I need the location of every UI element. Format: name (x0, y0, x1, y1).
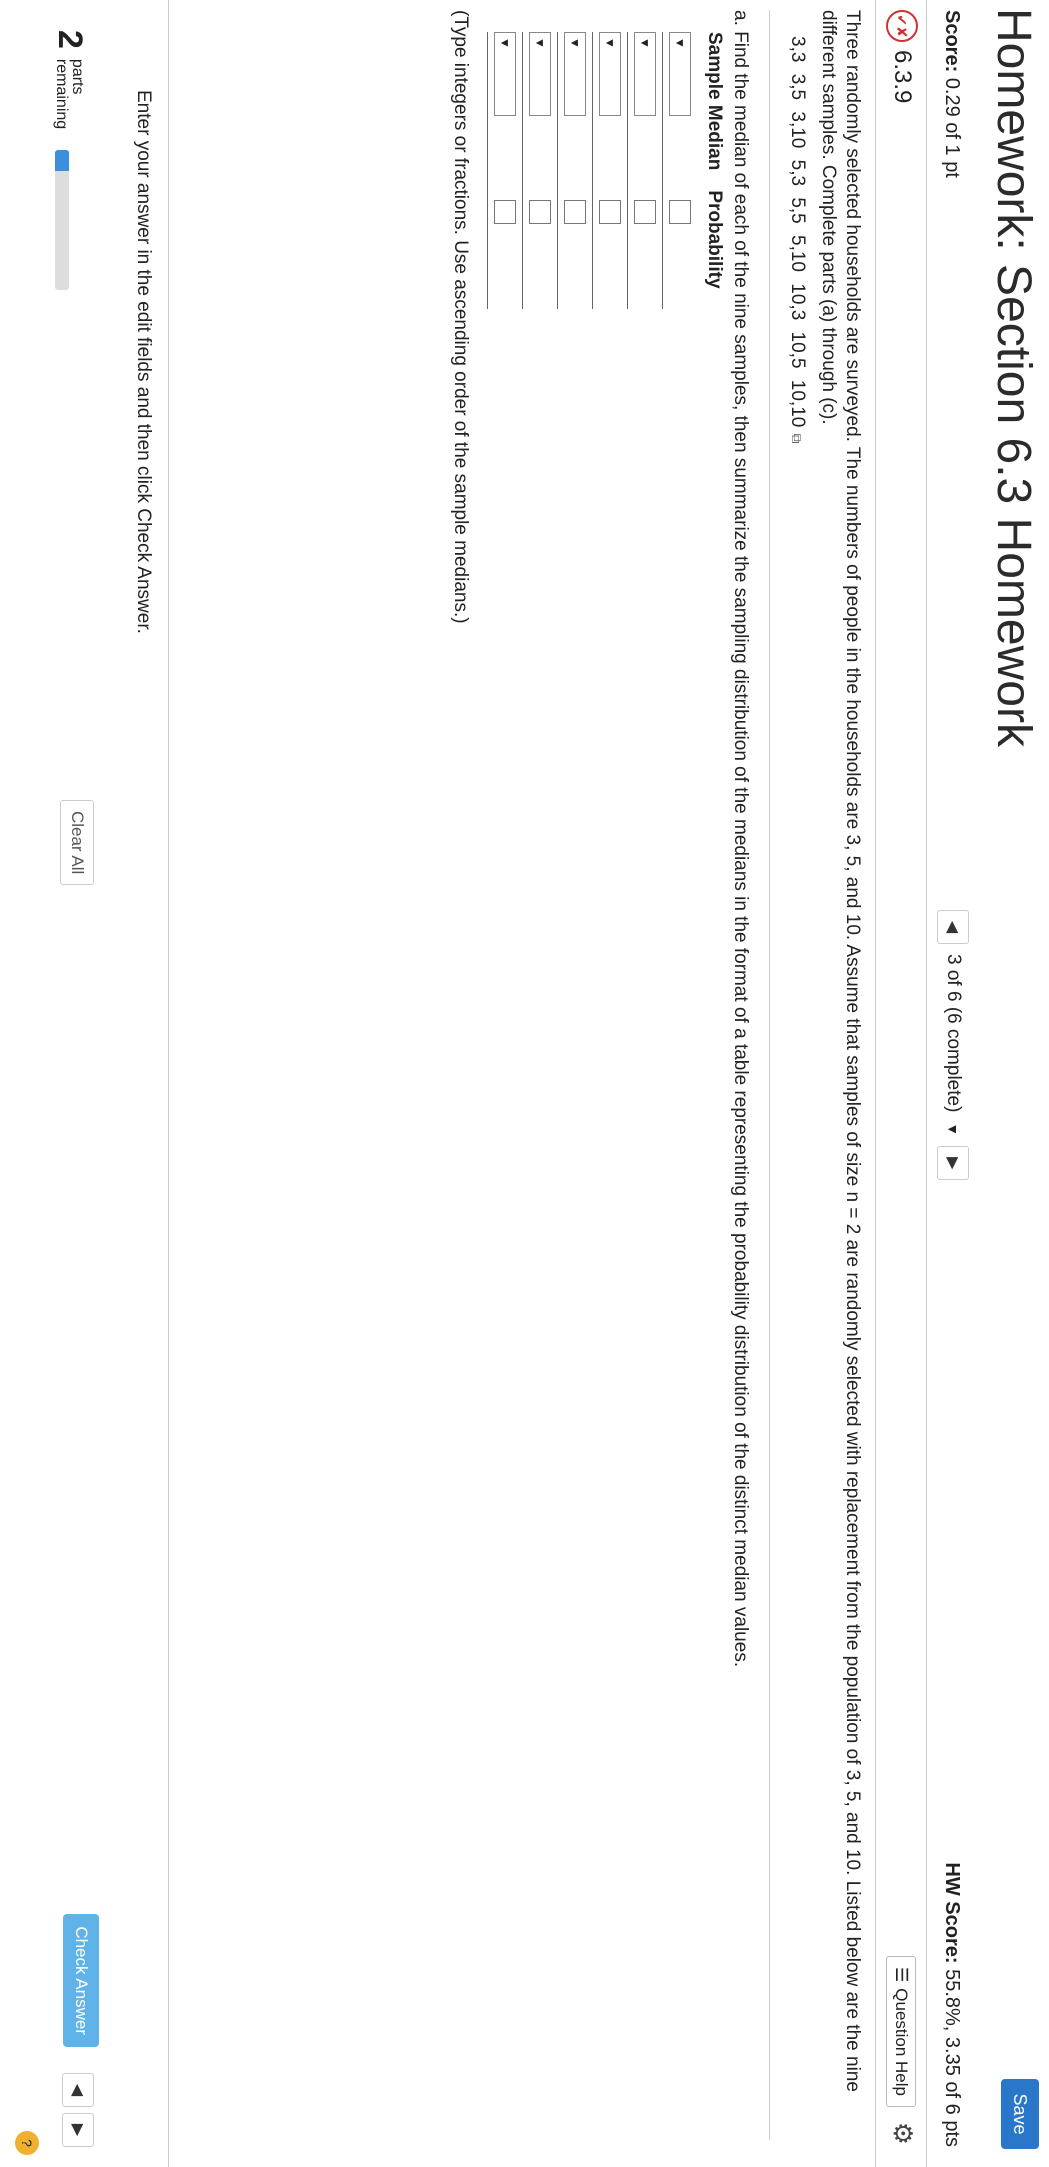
table-row: ▼ (557, 32, 593, 309)
sample-median-dropdown[interactable]: ▼ (669, 32, 691, 116)
question-number: ✔✘ 6.3.9 (886, 10, 918, 103)
chevron-down-icon: ▼ (498, 37, 512, 49)
probability-cell (557, 190, 593, 309)
parts-text: parts remaining (53, 58, 87, 130)
sample-median-dropdown[interactable]: ▼ (529, 32, 551, 116)
probability-input[interactable] (564, 200, 586, 225)
probability-input[interactable] (494, 200, 516, 225)
save-button[interactable]: Save (1001, 2079, 1039, 2149)
table-row: ▼ (522, 32, 558, 309)
sample-median-cell: ▼ (592, 32, 628, 191)
sample-median-cell: ▼ (557, 32, 593, 191)
sample-median-cell: ▼ (662, 32, 697, 191)
probability-cell (592, 190, 628, 309)
probability-cell (487, 190, 523, 309)
score-bar: Score: 0.29 of 1 pt ◀ 3 of 6 (6 complete… (926, 0, 977, 2167)
sample-median-dropdown[interactable]: ▼ (634, 32, 656, 116)
probability-cell (627, 190, 663, 309)
chevron-left-icon: ◀ (944, 920, 961, 934)
next-question-button[interactable]: ▶ (937, 1146, 969, 1181)
probability-input[interactable] (529, 200, 551, 225)
partial-credit-icon: ✔✘ (886, 10, 918, 42)
parts-text-line1: parts (69, 58, 87, 95)
copy-icon[interactable]: ⧉ (789, 433, 806, 443)
chevron-down-icon: ▼ (533, 37, 547, 49)
probability-input[interactable] (669, 200, 691, 225)
chevron-down-icon: ▼ (673, 37, 687, 49)
chevron-down-icon: ▼ (945, 1122, 961, 1137)
divider (769, 10, 770, 2140)
sample-median-dropdown[interactable]: ▼ (599, 32, 621, 116)
answer-hint: (Type integers or fractions. Use ascendi… (450, 10, 471, 624)
chevron-left-icon: ◀ (69, 2083, 86, 2097)
footer-instruction: Enter your answer in the edit fields and… (133, 90, 154, 634)
question-number-label: 6.3.9 (889, 50, 916, 104)
prev-question-button[interactable]: ◀ (937, 910, 969, 944)
question-bar: ✔✘ 6.3.9 ☰ Question Help ⚙ (875, 0, 926, 2167)
sample-median-cell: ▼ (522, 32, 558, 191)
pager: ◀ ▶ (62, 2073, 94, 2147)
question-help-button[interactable]: ☰ Question Help (886, 1956, 916, 2107)
hw-score-label: HW Score: (941, 1862, 963, 1964)
clear-all-button[interactable]: Clear All (60, 800, 94, 886)
help-icon[interactable]: ? (15, 2131, 39, 2155)
sample-list: 3,3 3,5 3,10 5,3 5,5 5,10 10,3 10,5 10,1… (786, 36, 808, 2140)
pager-next-button[interactable]: ▶ (62, 2113, 94, 2147)
column-header-probability: Probability (704, 190, 725, 289)
distribution-table: Sample Median Probability ▼ ▼ ▼ ▼ ▼ ▼ (487, 32, 725, 309)
question-nav: ◀ 3 of 6 (6 complete) ▼ ▶ (937, 910, 969, 1181)
sample-median-cell: ▼ (627, 32, 663, 191)
sample-median-dropdown[interactable]: ▼ (564, 32, 586, 116)
probability-cell (662, 190, 697, 309)
table-row: ▼ (662, 32, 697, 309)
parts-remaining: 2 parts remaining (50, 30, 89, 129)
sample-median-dropdown[interactable]: ▼ (494, 32, 516, 116)
question-content: Three randomly selected households are s… (449, 10, 864, 2140)
parts-count: 2 (51, 30, 89, 49)
parts-text-line2: remaining (53, 58, 71, 130)
table-body: ▼ ▼ ▼ ▼ ▼ ▼ (487, 32, 697, 309)
table-row: ▼ (627, 32, 663, 309)
part-a-prompt: a. Find the median of each of the nine s… (730, 10, 751, 1668)
hw-score: HW Score: 55.8%, 3.35 of 6 pts (940, 1862, 963, 2147)
table-row: ▼ (592, 32, 628, 309)
sample-values: 3,3 3,5 3,10 5,3 5,5 5,10 10,3 10,5 10,1… (787, 36, 808, 428)
progress-fill (55, 150, 69, 171)
column-header-sample-median: Sample Median (704, 32, 725, 171)
pager-prev-button[interactable]: ◀ (62, 2073, 94, 2107)
footer-divider (168, 0, 169, 2167)
problem-intro: Three randomly selected households are s… (818, 10, 863, 2092)
gear-icon[interactable]: ⚙ (887, 2122, 918, 2145)
list-icon: ☰ (892, 1967, 911, 1983)
score-value: 0.29 of 1 pt (941, 77, 963, 178)
probability-input[interactable] (599, 200, 621, 225)
table-row: ▼ (487, 32, 523, 309)
question-selector[interactable]: 3 of 6 (6 complete) (942, 954, 964, 1112)
chevron-down-icon: ▼ (603, 37, 617, 49)
parts-progress-bar (55, 150, 69, 290)
question-help-label: Question Help (892, 1988, 911, 2096)
chevron-right-icon: ▶ (944, 1157, 961, 1170)
chevron-down-icon: ▼ (638, 37, 652, 49)
probability-input[interactable] (634, 200, 656, 225)
page-title: Homework: Section 6.3 Homework (987, 8, 1040, 747)
hw-score-value: 55.8%, 3.35 of 6 pts (941, 1969, 963, 2147)
check-answer-button[interactable]: Check Answer (63, 1914, 99, 2047)
chevron-right-icon: ▶ (69, 2123, 86, 2137)
score: Score: 0.29 of 1 pt (940, 10, 963, 178)
chevron-down-icon: ▼ (568, 37, 582, 49)
probability-cell (522, 190, 558, 309)
score-label: Score: (941, 10, 963, 73)
homework-page: Homework: Section 6.3 Homework Save Scor… (0, 0, 1049, 2167)
sample-median-cell: ▼ (487, 32, 523, 191)
